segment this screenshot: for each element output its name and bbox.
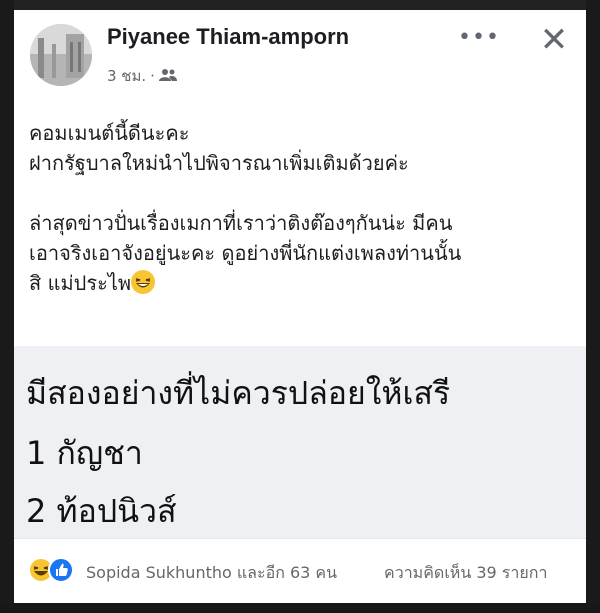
like-icon bbox=[48, 557, 74, 583]
photo-frame-right bbox=[586, 0, 600, 613]
post-header: Piyanee Thiam-amporn 3 ชม. · ••• ✕ bbox=[14, 10, 586, 100]
photo-frame-left bbox=[0, 0, 14, 613]
post-meta: 3 ชม. · bbox=[107, 64, 177, 88]
reaction-icons[interactable] bbox=[28, 557, 80, 583]
post-body-line: เอาจริงเอาจังอยู่นะคะ ดูอย่างพี่นักแต่งเ… bbox=[29, 241, 462, 265]
photo-frame-top bbox=[0, 0, 600, 10]
highlight-line: 2 ท้อปนิวส์ bbox=[26, 492, 177, 530]
post-body: คอมเมนต์นี้ดีนะคะ ฝากรัฐบาลใหม่นำไปพิจาร… bbox=[29, 118, 574, 298]
post-card: Piyanee Thiam-amporn 3 ชม. · ••• ✕ คอมเมน… bbox=[14, 10, 586, 603]
highlight-line: มีสองอย่างที่ไม่ควรปล่อยให้เสรี bbox=[26, 374, 451, 412]
post-body-line: สิ แม่ประไพ bbox=[29, 271, 132, 295]
photo-frame-bottom bbox=[0, 603, 600, 613]
post-body-line: ฝากรัฐบาลใหม่นำไปพิจารณาเพิ่มเติมด้วยค่ะ bbox=[29, 151, 409, 175]
post-body-line: ล่าสุดข่าวปั่นเรื่องเมกาที่เราว่าติงต๊อง… bbox=[29, 211, 453, 235]
meta-separator: · bbox=[150, 67, 155, 85]
author-name[interactable]: Piyanee Thiam-amporn bbox=[107, 24, 349, 50]
post-timestamp[interactable]: 3 ชม. bbox=[107, 67, 146, 85]
more-options-icon[interactable]: ••• bbox=[458, 27, 499, 56]
author-avatar[interactable] bbox=[30, 24, 92, 86]
friends-icon[interactable] bbox=[158, 67, 177, 85]
highlight-line: 1 กัญชา bbox=[26, 434, 143, 472]
post-body-last-line: สิ แม่ประไพ bbox=[29, 268, 574, 298]
highlight-text-block: มีสองอย่างที่ไม่ควรปล่อยให้เสรี 1 กัญชา … bbox=[14, 346, 586, 538]
close-icon[interactable]: ✕ bbox=[536, 22, 572, 58]
reactions-bar: Sopida Sukhuntho และอีก 63 คน ความคิดเห็… bbox=[14, 538, 586, 603]
laughing-emoji-icon bbox=[131, 270, 156, 294]
comment-count[interactable]: ความคิดเห็น 39 รายกา bbox=[384, 561, 547, 586]
reaction-summary[interactable]: Sopida Sukhuntho และอีก 63 คน bbox=[86, 561, 337, 586]
post-body-line: คอมเมนต์นี้ดีนะคะ bbox=[29, 121, 190, 145]
